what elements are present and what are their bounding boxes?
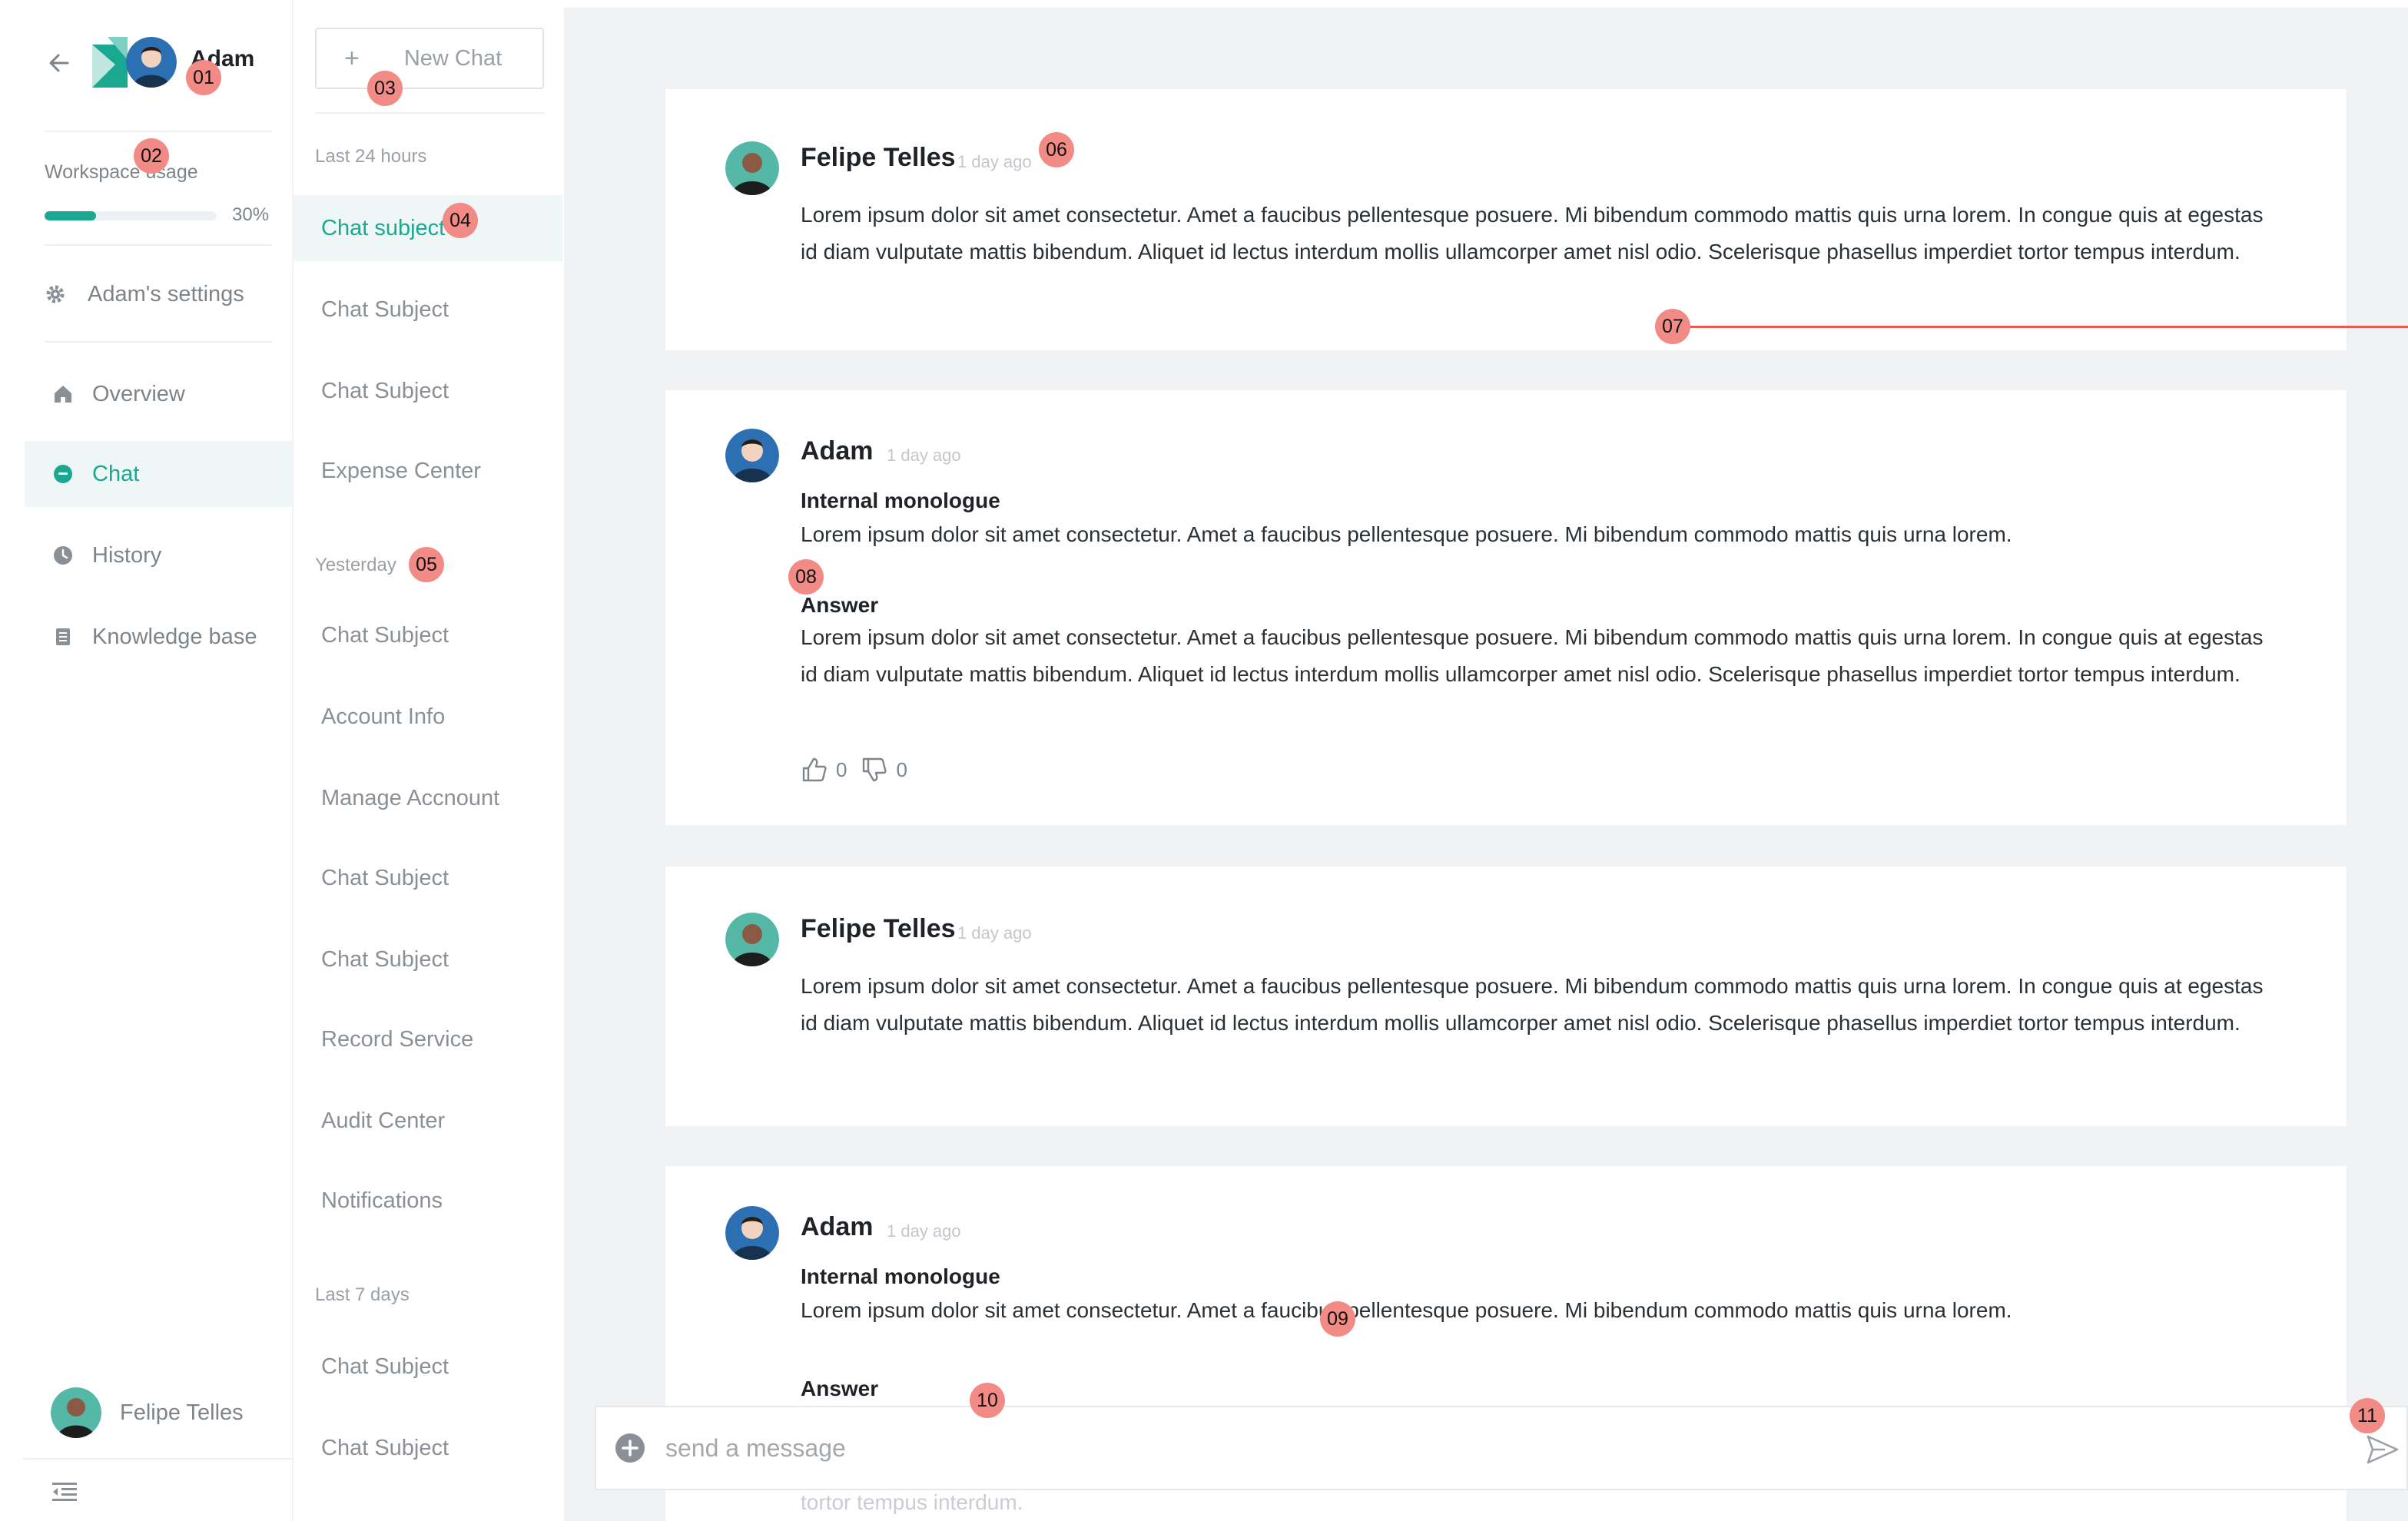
- marker-07-line: [1687, 326, 2408, 328]
- monologue-heading: Internal monologue: [801, 1264, 1000, 1288]
- book-icon: [56, 628, 70, 645]
- settings-link[interactable]: Adam's settings: [45, 275, 244, 313]
- marker-03: 03: [367, 71, 403, 106]
- monologue-heading: Internal monologue: [801, 489, 1000, 512]
- message-avatar: [725, 1206, 779, 1260]
- message-avatar: [725, 429, 779, 482]
- chat-list-item[interactable]: Record Service: [294, 1006, 562, 1072]
- chat-list-panel: + New Chat Last 24 hours Chat subject Ch…: [292, 0, 562, 1521]
- collapse-sidebar-icon[interactable]: [51, 1480, 78, 1504]
- divider: [315, 112, 544, 114]
- profile-avatar: [51, 1387, 101, 1438]
- profile-menu[interactable]: Felipe Telles: [51, 1387, 244, 1438]
- gear-icon: [46, 285, 65, 303]
- workspace-usage-percent: 30%: [232, 204, 270, 225]
- chat-list-item[interactable]: Chat Subject: [294, 926, 562, 992]
- message-card: Adam 1 day ago Internal monologue Lorem …: [665, 390, 2347, 825]
- dislike-count: 0: [896, 757, 907, 781]
- marker-10: 10: [970, 1383, 1005, 1418]
- thumbs-down-icon[interactable]: [861, 756, 888, 784]
- divider: [45, 341, 272, 343]
- chat-bubble-icon: [54, 465, 72, 483]
- chat-list-item[interactable]: Manage Accnount: [294, 765, 562, 831]
- message-reactions: 0 0: [801, 756, 921, 784]
- monologue-text: Lorem ipsum dolor sit amet consectetur. …: [801, 522, 2012, 546]
- chat-list-item[interactable]: Chat Subject: [294, 358, 562, 424]
- marker-08: 08: [788, 559, 824, 595]
- marker-05: 05: [409, 547, 444, 582]
- workspace-usage-label: Workspace usage: [45, 161, 198, 183]
- nav-item-chat[interactable]: Chat: [25, 441, 292, 507]
- chat-list-item[interactable]: Chat Subject: [294, 1415, 562, 1481]
- home-icon: [55, 386, 71, 403]
- marker-09: 09: [1320, 1301, 1355, 1337]
- nav-item-knowledge-base[interactable]: Knowledge base: [25, 604, 292, 670]
- nav-item-history[interactable]: History: [25, 522, 292, 588]
- message-timestamp: 1 day ago: [887, 446, 961, 465]
- chat-list-item[interactable]: Expense Center: [294, 438, 562, 504]
- conversation-area: Felipe Telles 1 day ago Lorem ipsum dolo…: [564, 8, 2408, 1521]
- message-avatar: [725, 141, 779, 195]
- marker-07: 07: [1655, 309, 1690, 344]
- chat-list-item[interactable]: Chat Subject: [294, 845, 562, 911]
- nav-item-overview[interactable]: Overview: [25, 361, 292, 427]
- message-author: Adam: [801, 436, 874, 466]
- answer-text: Lorem ipsum dolor sit amet consectetur. …: [801, 625, 2264, 686]
- message-text: Lorem ipsum dolor sit amet consectetur. …: [801, 203, 2264, 263]
- message-timestamp: 1 day ago: [957, 152, 1032, 171]
- app-root: Adam Workspace usage 30% Adam's settings…: [0, 0, 2408, 1521]
- divider: [45, 131, 272, 132]
- add-attachment-icon[interactable]: [615, 1433, 645, 1463]
- answer-heading: Answer: [801, 1377, 879, 1400]
- chat-list-item[interactable]: Chat Subject: [294, 602, 562, 668]
- message-timestamp: 1 day ago: [957, 923, 1032, 943]
- chat-group-label: Last 7 days: [315, 1284, 410, 1305]
- chat-list-item[interactable]: Audit Center: [294, 1088, 562, 1154]
- chat-group-label: Yesterday: [315, 555, 396, 575]
- message-author: Felipe Telles: [801, 914, 956, 943]
- message-author: Adam: [801, 1212, 874, 1241]
- like-count: 0: [836, 757, 847, 781]
- marker-01: 01: [186, 60, 221, 95]
- divider: [23, 1458, 292, 1460]
- message-card: Felipe Telles 1 day ago Lorem ipsum dolo…: [665, 867, 2347, 1126]
- marker-06: 06: [1039, 132, 1074, 167]
- nav-item-label: Chat: [92, 461, 140, 486]
- nav-item-label: Overview: [92, 381, 185, 406]
- chat-group-label: Last 24 hours: [315, 146, 427, 167]
- chat-list-item[interactable]: Account Info: [294, 684, 562, 750]
- message-text: Lorem ipsum dolor sit amet consectetur. …: [801, 974, 2264, 1035]
- chat-list-item[interactable]: Chat Subject: [294, 1334, 562, 1400]
- thumbs-up-icon[interactable]: [801, 756, 828, 784]
- profile-name: Felipe Telles: [120, 1400, 244, 1425]
- marker-04: 04: [443, 203, 478, 238]
- send-icon[interactable]: [2365, 1432, 2400, 1467]
- chat-list-item[interactable]: Chat Subject: [294, 277, 562, 343]
- new-chat-button[interactable]: + New Chat: [315, 28, 544, 89]
- user-avatar[interactable]: [126, 37, 177, 88]
- workspace-usage-bar: [45, 211, 217, 220]
- settings-label: Adam's settings: [88, 281, 244, 307]
- message-input[interactable]: [665, 1433, 2317, 1463]
- message-card: Felipe Telles 1 day ago Lorem ipsum dolo…: [665, 89, 2347, 350]
- message-composer: [595, 1406, 2408, 1490]
- message-avatar: [725, 913, 779, 966]
- clock-icon: [54, 546, 72, 565]
- back-arrow-icon[interactable]: [46, 48, 77, 78]
- marker-11: 11: [2350, 1398, 2385, 1433]
- chat-list-item[interactable]: Notifications: [294, 1168, 562, 1234]
- divider: [45, 244, 272, 246]
- nav-item-label: History: [92, 542, 162, 568]
- left-sidebar: Adam Workspace usage 30% Adam's settings…: [0, 0, 292, 1521]
- nav-item-label: Knowledge base: [92, 624, 257, 649]
- marker-02: 02: [134, 138, 169, 174]
- message-timestamp: 1 day ago: [887, 1221, 961, 1241]
- message-author: Felipe Telles: [801, 143, 956, 172]
- chat-list-item[interactable]: Chat subject: [294, 195, 562, 261]
- answer-heading: Answer: [801, 593, 879, 617]
- workspace-usage-bar-fill: [45, 211, 97, 220]
- new-chat-label: New Chat: [403, 45, 502, 71]
- plus-icon: +: [344, 44, 360, 73]
- monologue-text: Lorem ipsum dolor sit amet consectetur. …: [801, 1298, 2012, 1322]
